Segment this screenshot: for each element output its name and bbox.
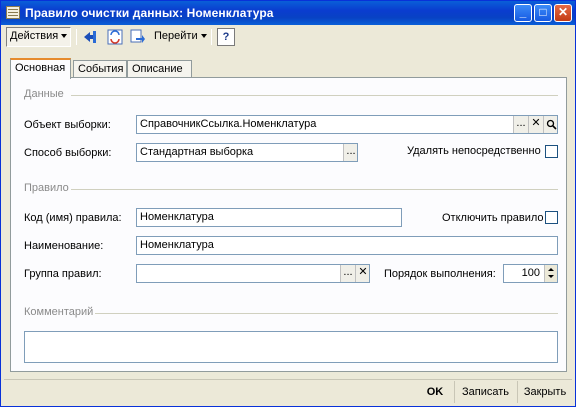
section-divider <box>71 189 558 190</box>
tab-main-label: Основная <box>15 62 66 74</box>
section-rule-title: Правило <box>24 182 69 194</box>
order-spinner[interactable]: 100 <box>503 264 558 283</box>
bottom-button-bar: OK Записать Закрыть <box>4 379 572 403</box>
section-divider <box>95 313 558 314</box>
toolbar: Действия Перейти ? <box>4 26 572 48</box>
ellipsis-icon: ... <box>343 266 353 278</box>
group-clear-button[interactable]: ✕ <box>355 265 369 282</box>
method-select-button[interactable]: ... <box>343 144 357 161</box>
close-icon: ✕ <box>557 5 569 19</box>
goto-menu-button[interactable]: Перейти <box>151 27 210 47</box>
object-select-button[interactable]: ... <box>513 116 528 133</box>
name-value: Номенклатура <box>140 239 214 251</box>
object-open-button[interactable] <box>543 116 557 133</box>
group-field[interactable]: ... ✕ <box>136 264 370 283</box>
object-field[interactable]: СправочникСсылка.Номенклатура ... ✕ <box>136 115 558 134</box>
minimize-icon: _ <box>519 5 527 19</box>
ellipsis-icon: ... <box>516 117 526 129</box>
delete-directly-label: Удалять непосредственно <box>407 145 541 157</box>
window-title: Правило очистки данных: Номенклатура <box>25 6 274 20</box>
minimize-button[interactable]: _ <box>514 4 532 22</box>
dialog-window: Правило очистки данных: Номенклатура _ □… <box>0 0 576 407</box>
object-clear-button[interactable]: ✕ <box>528 116 543 133</box>
disable-rule-checkbox[interactable] <box>545 211 558 224</box>
chevron-down-icon <box>200 34 207 39</box>
chevron-down-icon <box>61 34 68 39</box>
comment-field[interactable] <box>24 331 558 363</box>
tab-description-label: Описание <box>132 63 183 75</box>
save-label: Записать <box>461 386 509 398</box>
title-bar[interactable]: Правило очистки данных: Номенклатура _ □… <box>1 1 575 25</box>
close-button[interactable]: Закрыть <box>517 381 572 403</box>
actions-menu-button[interactable]: Действия <box>6 27 72 47</box>
tab-description[interactable]: Описание <box>127 60 192 78</box>
help-button[interactable]: ? <box>217 28 235 46</box>
spin-down-icon <box>548 275 554 278</box>
toolbar-separator <box>211 29 212 45</box>
method-label: Способ выборки: <box>24 147 112 159</box>
code-field[interactable]: Номенклатура <box>136 208 402 227</box>
delete-directly-checkbox[interactable] <box>545 145 558 158</box>
group-select-button[interactable]: ... <box>340 265 355 282</box>
group-label: Группа правил: <box>24 268 102 280</box>
order-value: 100 <box>521 267 540 279</box>
section-comment-title: Комментарий <box>24 306 94 318</box>
back-arrow-icon[interactable] <box>82 29 98 45</box>
main-tab-panel: Данные Объект выборки: СправочникСсылка.… <box>10 77 567 372</box>
disable-rule-label: Отключить правило <box>442 212 544 224</box>
close-label: Закрыть <box>523 386 567 398</box>
actions-label: Действия <box>10 30 59 42</box>
tab-main[interactable]: Основная <box>10 58 71 79</box>
name-field[interactable]: Номенклатура <box>136 236 558 255</box>
method-field[interactable]: Стандартная выборка ... <box>136 143 358 162</box>
name-label: Наименование: <box>24 240 104 252</box>
tab-events-label: События <box>78 63 124 75</box>
order-spin-buttons[interactable] <box>544 265 557 282</box>
object-value: СправочникСсылка.Номенклатура <box>140 118 317 130</box>
refresh-icon[interactable] <box>107 29 123 45</box>
ok-label: OK <box>426 386 444 398</box>
code-value: Номенклатура <box>140 211 214 223</box>
order-label: Порядок выполнения: <box>384 268 496 280</box>
maximize-button[interactable]: □ <box>534 4 552 22</box>
code-label: Код (имя) правила: <box>24 212 122 224</box>
go-to-icon[interactable] <box>130 29 146 45</box>
maximize-icon: □ <box>539 5 547 19</box>
help-icon: ? <box>222 31 230 43</box>
clear-icon: ✕ <box>358 266 368 278</box>
section-divider <box>71 95 558 96</box>
form-icon <box>6 6 20 19</box>
method-value: Стандартная выборка <box>140 146 254 158</box>
close-window-button[interactable]: ✕ <box>554 4 572 22</box>
clear-icon: ✕ <box>531 117 541 129</box>
magnifier-icon <box>546 119 557 130</box>
section-data-title: Данные <box>24 88 64 100</box>
save-button[interactable]: Записать <box>454 381 516 403</box>
ellipsis-icon: ... <box>346 145 356 157</box>
tab-events[interactable]: События <box>73 60 127 78</box>
object-label: Объект выборки: <box>24 119 111 131</box>
goto-label: Перейти <box>154 30 198 42</box>
ok-button[interactable]: OK <box>418 381 452 403</box>
toolbar-separator <box>76 29 77 45</box>
spin-up-icon <box>548 268 554 271</box>
